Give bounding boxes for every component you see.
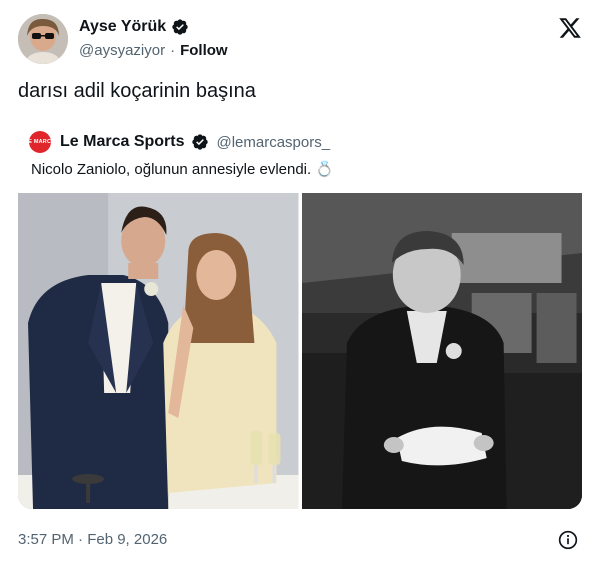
info-icon[interactable] <box>558 530 578 550</box>
media-gallery <box>18 193 582 509</box>
quoted-handle[interactable]: @lemarcaspors_ <box>216 134 330 151</box>
verified-badge-icon <box>192 134 209 150</box>
tweet-text: darısı adil koçarinin başına <box>18 80 256 102</box>
author-avatar[interactable] <box>18 14 68 64</box>
author-handle[interactable]: @aysyaziyor <box>79 42 165 59</box>
quoted-text: Nicolo Zaniolo, oğlunun annesiyle evlend… <box>31 161 335 178</box>
quoted-avatar[interactable]: LE MARCA <box>29 131 51 153</box>
tweet-timestamp[interactable]: 3:57 PM · Feb 9, 2026 <box>18 531 167 548</box>
wedding-couple-photo[interactable] <box>18 193 299 509</box>
separator-dot: · <box>170 42 176 59</box>
ring-bearer-boy-photo[interactable] <box>301 193 582 509</box>
x-logo-icon[interactable] <box>558 16 582 40</box>
verified-badge-icon <box>172 19 188 35</box>
author-display-name[interactable]: Ayse Yörük <box>79 18 166 36</box>
quoted-display-name[interactable]: Le Marca Sports <box>60 133 184 151</box>
follow-button[interactable]: Follow <box>180 42 228 59</box>
tweet-header: Ayse Yörük @aysyaziyor · Follow <box>18 14 582 66</box>
